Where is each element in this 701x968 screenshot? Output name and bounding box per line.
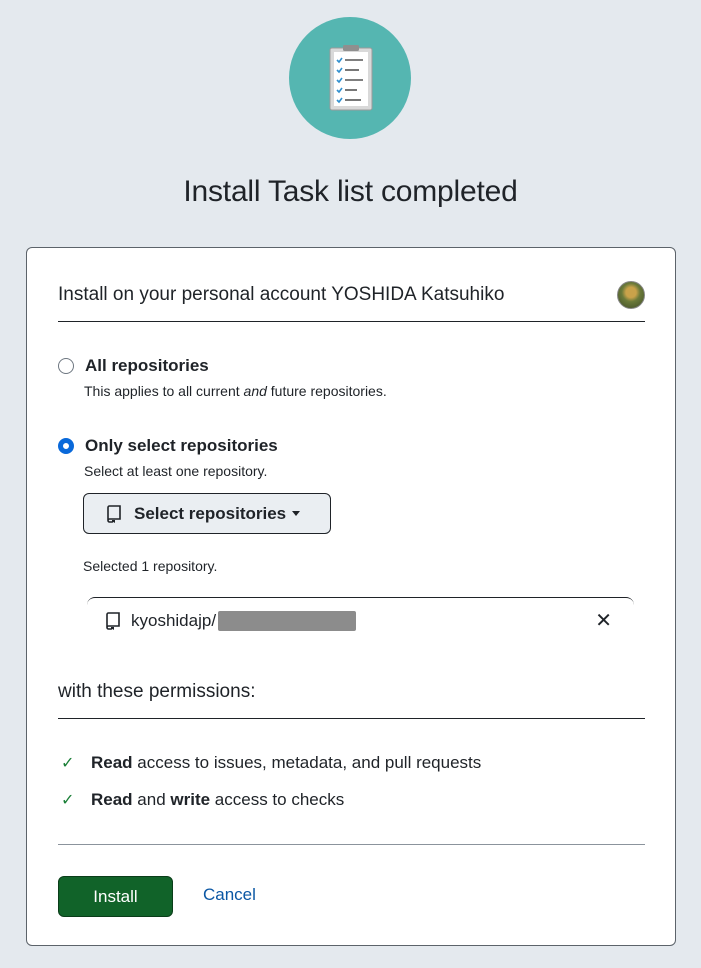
select-repositories-label: Select repositories — [134, 503, 287, 523]
cancel-link[interactable]: Cancel — [203, 885, 256, 905]
check-icon: ✓ — [61, 755, 75, 772]
select-repositories-button[interactable]: Select repositories — [83, 493, 331, 534]
only-select-repositories-description: Select at least one repository. — [84, 463, 268, 479]
repo-icon — [107, 504, 121, 523]
app-logo — [289, 17, 411, 139]
install-card: Install on your personal account YOSHIDA… — [26, 247, 676, 946]
repository-name: kyoshidajp/ — [131, 611, 217, 630]
install-button[interactable]: Install — [58, 876, 173, 917]
permissions-heading: with these permissions: — [58, 681, 645, 719]
selected-repository-list: kyoshidajp/ ✕ — [87, 597, 634, 637]
close-icon[interactable]: ✕ — [595, 611, 612, 631]
chevron-down-icon — [292, 511, 301, 516]
selected-count-text: Selected 1 repository. — [83, 558, 218, 574]
permission-item: ✓ Read and write access to checks — [61, 790, 345, 809]
radio-only-select-repositories[interactable] — [58, 438, 74, 454]
account-row: Install on your personal account YOSHIDA… — [58, 281, 645, 322]
list-item: kyoshidajp/ — [105, 611, 357, 631]
repo-icon — [106, 612, 120, 630]
page-title: Install Task list completed — [183, 175, 518, 208]
all-repositories-description: This applies to all current and future r… — [84, 383, 387, 399]
check-icon: ✓ — [61, 792, 75, 809]
avatar — [617, 281, 645, 309]
radio-all-repositories[interactable] — [58, 358, 74, 374]
all-repositories-label[interactable]: All repositories — [85, 356, 209, 376]
account-label: Install on your personal account YOSHIDA… — [58, 284, 505, 305]
only-select-repositories-label[interactable]: Only select repositories — [85, 436, 278, 456]
divider — [58, 844, 645, 845]
permission-item: ✓ Read access to issues, metadata, and p… — [61, 753, 482, 772]
redacted-repository-name — [218, 611, 357, 631]
clipboard-checklist-icon — [329, 45, 373, 111]
